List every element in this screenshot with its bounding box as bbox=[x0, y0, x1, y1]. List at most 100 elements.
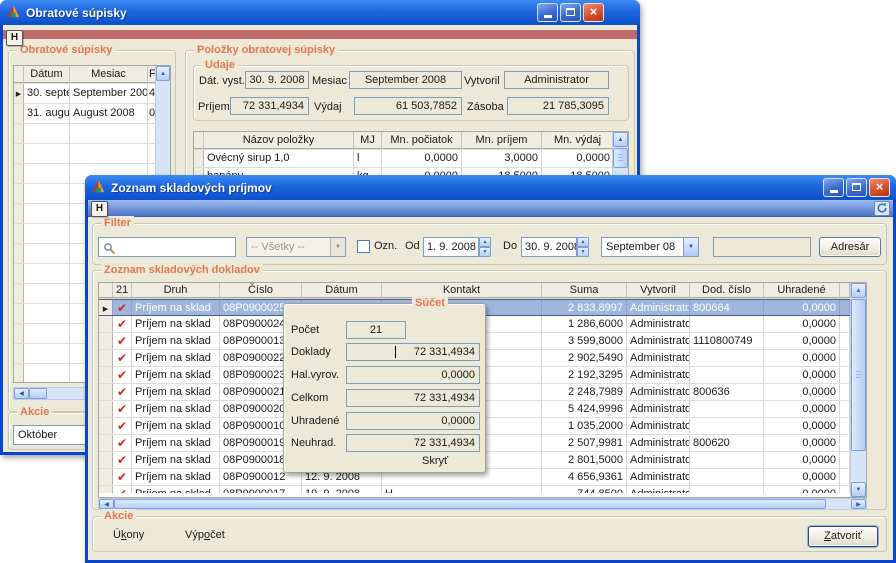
cell-uhradene: 0,0000 bbox=[764, 469, 840, 485]
scrollbar-thumb[interactable] bbox=[851, 299, 866, 451]
cell-suma: 1 035,2000 bbox=[542, 418, 627, 434]
row-marker-cell bbox=[99, 435, 113, 451]
cell-mj: l bbox=[354, 150, 382, 167]
desktop: Obratové súpisky × H Obratové súpisky Dá… bbox=[0, 0, 896, 563]
column-header-count[interactable]: 21 bbox=[113, 283, 132, 298]
scroll-left-button[interactable]: ◀ bbox=[99, 499, 114, 509]
scrollbar-thumb[interactable] bbox=[613, 148, 628, 168]
marker-column-header[interactable] bbox=[14, 66, 24, 83]
doklady-field[interactable]: 72 331,4934 bbox=[346, 343, 480, 361]
scrollbar-track[interactable] bbox=[826, 499, 851, 509]
ukony-menu[interactable]: Úkony bbox=[113, 529, 144, 541]
reference-field[interactable] bbox=[713, 237, 811, 257]
spin-up-button[interactable]: ▲ bbox=[479, 237, 491, 247]
scroll-up-button[interactable]: ▲ bbox=[613, 132, 628, 147]
scroll-up-button[interactable]: ▲ bbox=[851, 283, 866, 298]
scroll-down-button[interactable]: ▼ bbox=[851, 482, 866, 497]
bg-window-titlebar[interactable]: Obratové súpisky × bbox=[0, 0, 640, 25]
uhradene-field[interactable]: 0,0000 bbox=[346, 412, 480, 430]
ozn-checkbox[interactable] bbox=[357, 240, 370, 253]
cell-filler bbox=[840, 316, 850, 332]
cell-suma: 1 286,6000 bbox=[542, 316, 627, 332]
table-row[interactable]: Ovécný sirup 1,0 l 0,0000 3,0000 0,0000 bbox=[194, 150, 628, 168]
cell-uhradene: 0,0000 bbox=[764, 350, 840, 366]
spin-down-button[interactable]: ▼ bbox=[577, 247, 589, 257]
adresar-button[interactable]: Adresár bbox=[819, 237, 881, 257]
h-button[interactable]: H bbox=[91, 201, 108, 217]
marker-column-header[interactable] bbox=[99, 283, 113, 298]
month-combobox[interactable]: September 08 ▼ bbox=[601, 237, 699, 257]
cell-check: ✔ bbox=[113, 418, 132, 434]
cell-dod-cislo bbox=[690, 367, 764, 383]
scroll-up-button[interactable]: ▲ bbox=[156, 66, 170, 81]
marker-column-header[interactable] bbox=[194, 132, 204, 149]
cell-filler bbox=[840, 300, 850, 315]
vypocet-menu[interactable]: Výpočet bbox=[185, 529, 225, 541]
column-header-druh[interactable]: Druh bbox=[132, 283, 220, 298]
zatvorit-button[interactable]: Zatvoriť bbox=[808, 526, 878, 547]
do-label: Do bbox=[503, 240, 517, 252]
column-header-nazov[interactable]: Názov položky bbox=[204, 132, 354, 149]
cell-nazov: Ovécný sirup 1,0 bbox=[204, 150, 354, 167]
date-to-stepper[interactable]: ▲ ▼ bbox=[577, 237, 589, 257]
table-row[interactable] bbox=[14, 144, 170, 164]
check-icon: ✔ bbox=[117, 334, 127, 348]
column-header-datum[interactable]: Dátum bbox=[302, 283, 382, 298]
column-header-prijem[interactable]: Mn. príjem bbox=[462, 132, 542, 149]
table-row[interactable]: 31. augus August 2008 0 bbox=[14, 104, 170, 124]
column-header-mesiac[interactable]: Mesiac bbox=[70, 66, 148, 83]
column-header-kontakt[interactable]: Kontakt bbox=[382, 283, 542, 298]
cell-vytvoril: Administrator bbox=[627, 486, 690, 493]
column-header-suma[interactable]: Suma bbox=[542, 283, 627, 298]
column-header-vydaj[interactable]: Mn. výdaj bbox=[542, 132, 614, 149]
celkom-field[interactable]: 72 331,4934 bbox=[346, 389, 480, 407]
refresh-button[interactable] bbox=[874, 201, 890, 216]
table-row[interactable] bbox=[14, 124, 170, 144]
pocet-field[interactable]: 21 bbox=[346, 321, 406, 339]
scrollbar-thumb[interactable] bbox=[29, 388, 47, 399]
cell-filler bbox=[840, 418, 850, 434]
table-row[interactable]: ✔ Príjem na sklad 08P0900017 19. 9. 2008… bbox=[99, 486, 850, 493]
chevron-down-icon[interactable]: ▼ bbox=[330, 238, 345, 256]
scrollbar-thumb[interactable] bbox=[114, 499, 826, 509]
fg-window-titlebar[interactable]: Zoznam skladových príjmov × bbox=[85, 175, 896, 200]
cell-check: ✔ bbox=[113, 384, 132, 400]
hal-vyrov-field[interactable]: 0,0000 bbox=[346, 366, 480, 384]
column-header-pociatok[interactable]: Mn. počiatok bbox=[382, 132, 462, 149]
date-from-stepper[interactable]: ▲ ▼ bbox=[479, 237, 491, 257]
column-header-mj[interactable]: MJ bbox=[354, 132, 382, 149]
scroll-left-button[interactable]: ◀ bbox=[14, 388, 29, 399]
spin-up-button[interactable]: ▲ bbox=[577, 237, 589, 247]
column-header-datum[interactable]: Dátum bbox=[24, 66, 70, 83]
h-button[interactable]: H bbox=[6, 30, 23, 46]
vertical-scrollbar[interactable]: ▲ ▼ bbox=[850, 283, 866, 497]
column-header-cislo[interactable]: Číslo bbox=[220, 283, 302, 298]
search-input[interactable] bbox=[98, 237, 236, 257]
column-header-dod-cislo[interactable]: Dod. číslo bbox=[690, 283, 764, 298]
date-from-input[interactable]: 1. 9. 2008 bbox=[423, 237, 479, 257]
row-marker-cell bbox=[99, 384, 113, 400]
neuhrad-field[interactable]: 72 331,4934 bbox=[346, 434, 480, 452]
cell-dod-cislo bbox=[690, 350, 764, 366]
type-combobox[interactable]: -- Všetky -- ▼ bbox=[246, 237, 346, 257]
table-row[interactable]: ▶ 30. septe September 2008 4 bbox=[14, 84, 170, 104]
maximize-button[interactable] bbox=[560, 3, 581, 22]
skryt-button[interactable]: Skryť bbox=[416, 454, 454, 468]
current-row-marker-icon: ▶ bbox=[16, 91, 21, 98]
up-arrow-icon: ▲ bbox=[856, 288, 862, 294]
close-button[interactable]: × bbox=[583, 3, 604, 22]
close-button[interactable]: × bbox=[869, 178, 890, 197]
field-label: Vytvoril bbox=[464, 75, 500, 87]
docs-table-header: 21 Druh Číslo Dátum Kontakt Suma Vytvori… bbox=[99, 283, 850, 299]
chevron-down-icon[interactable]: ▼ bbox=[683, 238, 698, 256]
scroll-right-button[interactable]: ▶ bbox=[851, 499, 866, 509]
column-header-vytvoril[interactable]: Vytvoril bbox=[627, 283, 690, 298]
spin-down-button[interactable]: ▼ bbox=[479, 247, 491, 257]
date-to-input[interactable]: 30. 9. 2008 bbox=[521, 237, 577, 257]
minimize-button[interactable] bbox=[823, 178, 844, 197]
column-header-uhradene[interactable]: Uhradené bbox=[764, 283, 840, 298]
maximize-button[interactable] bbox=[846, 178, 867, 197]
horizontal-scrollbar[interactable]: ◀ ▶ bbox=[98, 498, 867, 510]
minimize-button[interactable] bbox=[537, 3, 558, 22]
cell-druh: Príjem na sklad bbox=[132, 469, 220, 485]
